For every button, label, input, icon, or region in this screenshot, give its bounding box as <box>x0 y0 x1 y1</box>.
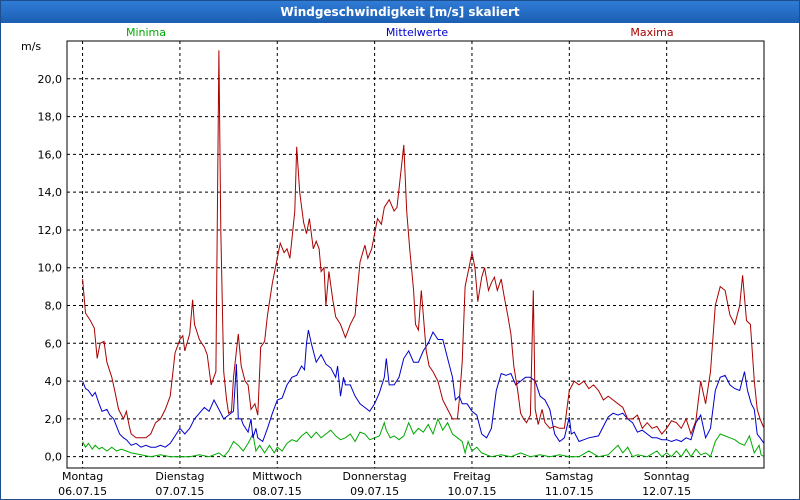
y-tick-label: 8,0 <box>45 300 63 313</box>
y-axis-ticks: 0,0 2,0 4,0 6,0 8,0 10,0 12,0 14,0 16,0 18,0 20,0 <box>38 73 63 464</box>
x-axis-ticks: Montag 06.07.15 Dienstag 07.07.15 Mittwoch 08… <box>58 470 691 498</box>
legend: Minima Mittelwerte Maxima <box>126 26 674 39</box>
x-tick-day: Sonntag <box>644 470 690 483</box>
y-tick-label: 6,0 <box>45 337 63 350</box>
y-tick-label: 0,0 <box>45 451 63 464</box>
x-tick-date: 06.07.15 <box>58 485 107 498</box>
y-tick-label: 10,0 <box>38 262 63 275</box>
series-line-minima <box>82 417 765 458</box>
y-tick-label: 16,0 <box>38 148 63 161</box>
wind-speed-chart: 0,02,04,06,08,010,012,014,016,018,020,0 … <box>21 26 765 498</box>
y-unit-label: m/s <box>21 40 41 53</box>
x-tick-date: 08.07.15 <box>253 485 302 498</box>
x-tick-date: 12.07.15 <box>642 485 691 498</box>
x-tick-day: Mittwoch <box>252 470 302 483</box>
x-tick-day: Donnerstag <box>343 470 407 483</box>
x-tick-date: 07.07.15 <box>155 485 204 498</box>
x-tick-date: 11.07.15 <box>545 485 594 498</box>
x-tick-day: Samstag <box>545 470 593 483</box>
y-tick-label: 12,0 <box>38 224 63 237</box>
y-tick-label: 20,0 <box>38 73 63 86</box>
y-tick-label: 4,0 <box>45 375 63 388</box>
x-tick-day: Freitag <box>453 470 491 483</box>
series-lines <box>82 50 765 458</box>
series-line-maxima <box>82 50 765 439</box>
x-tick-day: Dienstag <box>155 470 204 483</box>
gridlines <box>67 41 764 468</box>
window-title: Windgeschwindigkeit [m/s] skaliert <box>1 1 799 23</box>
x-tick-day: Montag <box>62 470 103 483</box>
y-tick-label: 18,0 <box>38 111 63 124</box>
x-tick-date: 09.07.15 <box>350 485 399 498</box>
legend-item-minima: Minima <box>126 26 166 39</box>
plot-frame <box>66 40 765 469</box>
legend-item-maxima: Maxima <box>630 26 673 39</box>
legend-item-mittelwerte: Mittelwerte <box>386 26 449 39</box>
y-tick-label: 2,0 <box>45 413 63 426</box>
y-tick-label: 14,0 <box>38 186 63 199</box>
x-tick-date: 10.07.15 <box>447 485 496 498</box>
chart-window: Windgeschwindigkeit [m/s] skaliert 0,0 2,… <box>0 0 800 500</box>
